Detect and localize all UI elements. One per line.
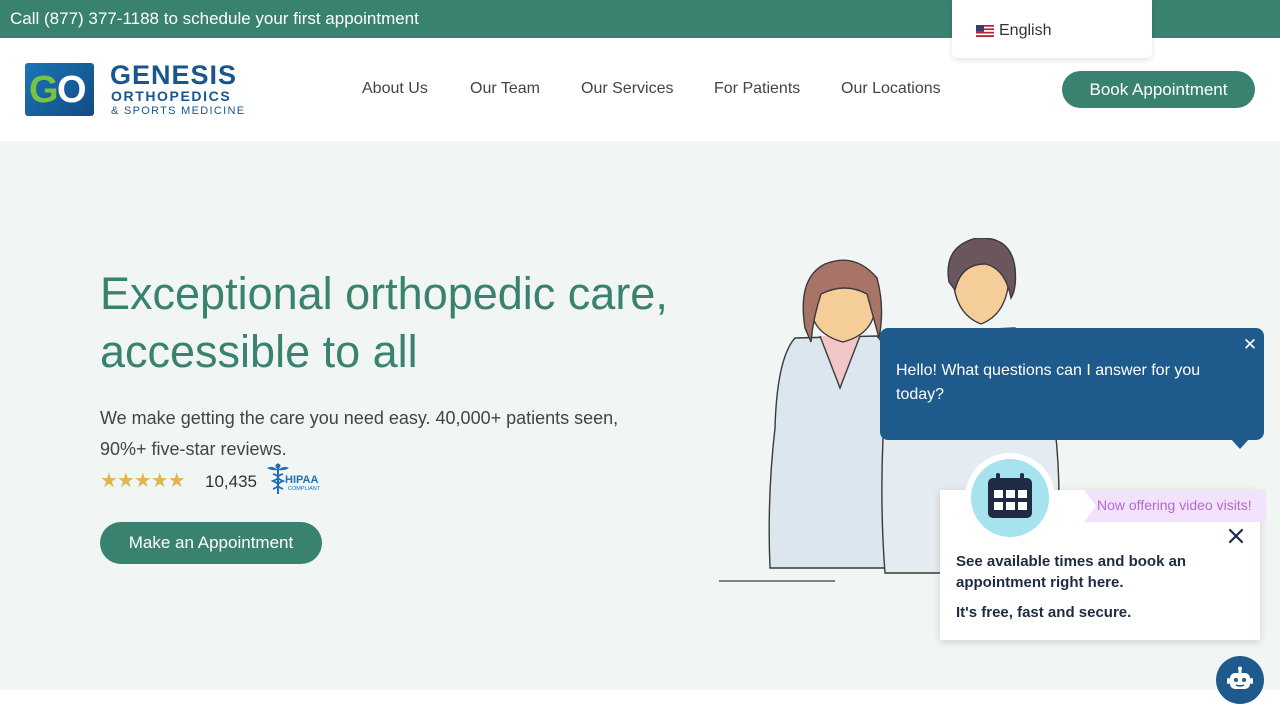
logo-name[interactable]: GENESIS bbox=[110, 60, 237, 91]
hipaa-sub: COMPLIANT bbox=[288, 486, 321, 492]
announcement-text[interactable]: Call (877) 377-1188 to schedule your fir… bbox=[10, 9, 419, 29]
appointment-note: It's free, fast and secure. bbox=[956, 604, 1132, 621]
nav-item-about-us[interactable]: About Us bbox=[362, 80, 428, 98]
video-visits-text: Now offering video visits! bbox=[1097, 497, 1252, 513]
language-selector[interactable]: English bbox=[952, 0, 1152, 58]
make-appointment-button[interactable]: Make an Appointment bbox=[100, 522, 322, 564]
logo-subtitle: ORTHOPEDICS bbox=[111, 88, 232, 104]
chat-greeting-bubble[interactable]: Hello! What questions can I answer for y… bbox=[880, 328, 1264, 440]
appointment-prompt: See available times and book an appointm… bbox=[956, 553, 1187, 591]
us-flag-icon bbox=[976, 25, 994, 37]
hipaa-label: HIPAA bbox=[285, 474, 318, 486]
robot-icon bbox=[1227, 666, 1253, 689]
language-label: English bbox=[999, 22, 1052, 39]
hipaa-badge-icon: HIPAA COMPLIANT bbox=[267, 463, 321, 494]
logo-mark[interactable]: G O bbox=[25, 63, 94, 116]
nav-item-our-locations[interactable]: Our Locations bbox=[841, 80, 941, 98]
star-rating: ★★★★★ bbox=[100, 470, 186, 492]
chat-message: Hello! What questions can I answer for y… bbox=[896, 362, 1201, 403]
nav-item-our-services[interactable]: Our Services bbox=[581, 80, 673, 98]
hero-title: Exceptional orthopedic care, accessible … bbox=[100, 268, 668, 377]
close-icon[interactable] bbox=[1226, 526, 1246, 546]
logo-letter-o: O bbox=[57, 69, 87, 111]
logo-tagline: & SPORTS MEDICINE bbox=[111, 105, 246, 117]
nav-item-our-team[interactable]: Our Team bbox=[470, 80, 540, 98]
hero-subtitle: We make getting the care you need easy. … bbox=[100, 408, 619, 459]
book-appointment-button[interactable]: Book Appointment bbox=[1062, 71, 1255, 108]
section-divider bbox=[0, 690, 1280, 720]
logo-letter-g: G bbox=[29, 69, 59, 111]
nav-item-for-patients[interactable]: For Patients bbox=[714, 80, 800, 98]
chat-bubble-tail bbox=[1230, 438, 1250, 449]
review-count: 10,435 bbox=[205, 472, 257, 491]
calendar-icon bbox=[988, 473, 1032, 518]
close-icon[interactable]: ✕ bbox=[1242, 336, 1258, 353]
